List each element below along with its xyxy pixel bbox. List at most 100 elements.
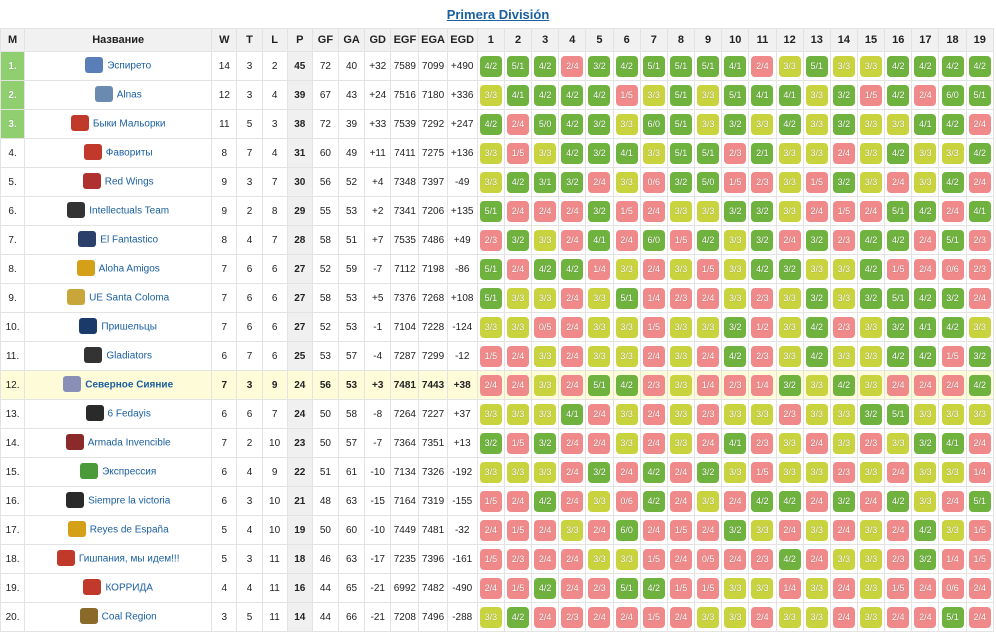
result-badge[interactable]: 5/1	[615, 287, 638, 309]
result-badge[interactable]: 3/3	[778, 200, 801, 222]
result-badge[interactable]: 4/2	[615, 374, 638, 396]
result-badge[interactable]: 2/4	[669, 490, 692, 512]
result-badge[interactable]: 3/3	[534, 229, 557, 251]
table-row[interactable]: 6. Intellectuals Team 9 2 8 29 55 53 +2 7341 7206 +…	[0, 196, 995, 226]
team-link[interactable]: Aloha Amigos	[99, 264, 160, 275]
table-row[interactable]: 5. Red Wings 9 3 7 30 56 52 +4 7348 7397 -49 3/3 4/2 3…	[0, 167, 995, 197]
result-badge[interactable]: 4/1	[724, 432, 747, 454]
result-badge[interactable]: 2/4	[507, 374, 530, 396]
result-badge[interactable]: 5/1	[669, 113, 692, 135]
result-badge[interactable]: 2/4	[588, 171, 611, 193]
table-row[interactable]: 10. Пришельцы 7 6 6 27 52 53 -1 7104 7228 -124 3/3 3/…	[0, 312, 995, 342]
result-badge[interactable]: 2/3	[860, 432, 883, 454]
result-badge[interactable]: 3/3	[805, 577, 828, 599]
result-badge[interactable]: 3/3	[534, 142, 557, 164]
result-badge[interactable]: 3/2	[832, 171, 855, 193]
result-badge[interactable]: 2/4	[534, 519, 557, 541]
result-badge[interactable]: 3/3	[669, 403, 692, 425]
result-badge[interactable]: 2/4	[751, 606, 774, 628]
result-badge[interactable]: 4/2	[588, 84, 611, 106]
result-badge[interactable]: 4/2	[778, 113, 801, 135]
result-badge[interactable]: 2/3	[751, 287, 774, 309]
result-badge[interactable]: 2/4	[642, 432, 665, 454]
result-badge[interactable]: 3/3	[697, 490, 720, 512]
result-badge[interactable]: 1/4	[968, 461, 991, 483]
result-badge[interactable]: 3/3	[697, 200, 720, 222]
result-badge[interactable]: 2/4	[832, 606, 855, 628]
result-badge[interactable]: 2/4	[968, 606, 991, 628]
result-badge[interactable]: 3/3	[968, 316, 991, 338]
result-badge[interactable]: 2/4	[914, 84, 937, 106]
result-badge[interactable]: 3/3	[860, 345, 883, 367]
result-badge[interactable]: 4/2	[778, 490, 801, 512]
result-badge[interactable]: 2/3	[507, 548, 530, 570]
result-badge[interactable]: 2/4	[805, 548, 828, 570]
result-badge[interactable]: 2/4	[615, 606, 638, 628]
result-badge[interactable]: 3/3	[561, 519, 584, 541]
result-badge[interactable]: 1/5	[642, 548, 665, 570]
result-badge[interactable]: 3/3	[615, 432, 638, 454]
result-badge[interactable]: 4/2	[642, 490, 665, 512]
result-badge[interactable]: 3/3	[860, 461, 883, 483]
result-badge[interactable]: 3/3	[615, 345, 638, 367]
result-badge[interactable]: 3/3	[479, 171, 502, 193]
result-badge[interactable]: 2/3	[832, 461, 855, 483]
result-badge[interactable]: 3/3	[805, 519, 828, 541]
result-badge[interactable]: 3/2	[724, 200, 747, 222]
result-badge[interactable]: 2/4	[887, 519, 910, 541]
team-link[interactable]: Reyes de España	[90, 525, 169, 536]
result-badge[interactable]: 2/4	[561, 374, 584, 396]
result-badge[interactable]: 4/1	[615, 142, 638, 164]
table-row[interactable]: 9. UE Santa Coloma 7 6 6 27 58 53 +5 7376 7268 +108…	[0, 283, 995, 313]
result-badge[interactable]: 2/4	[860, 200, 883, 222]
result-badge[interactable]: 2/4	[941, 490, 964, 512]
result-badge[interactable]: 0/6	[642, 171, 665, 193]
result-badge[interactable]: 4/2	[887, 55, 910, 77]
result-badge[interactable]: 3/3	[887, 113, 910, 135]
result-badge[interactable]: 5/1	[479, 287, 502, 309]
table-row[interactable]: 3. Быки Мальорки 11 5 3 38 72 39 +33 7539 7292 +247…	[0, 109, 995, 139]
result-badge[interactable]: 4/2	[914, 200, 937, 222]
result-badge[interactable]: 4/2	[941, 316, 964, 338]
result-badge[interactable]: 2/4	[507, 345, 530, 367]
result-badge[interactable]: 2/4	[968, 113, 991, 135]
result-badge[interactable]: 4/2	[615, 55, 638, 77]
result-badge[interactable]: 3/3	[588, 548, 611, 570]
result-badge[interactable]: 3/1	[534, 171, 557, 193]
result-badge[interactable]: 2/4	[914, 258, 937, 280]
result-badge[interactable]: 3/2	[588, 142, 611, 164]
result-badge[interactable]: 5/0	[534, 113, 557, 135]
result-badge[interactable]: 2/4	[832, 142, 855, 164]
result-badge[interactable]: 3/3	[860, 548, 883, 570]
team-link[interactable]: Экспрессия	[102, 467, 156, 478]
result-badge[interactable]: 3/3	[860, 519, 883, 541]
result-badge[interactable]: 4/2	[561, 113, 584, 135]
result-badge[interactable]: 3/3	[860, 113, 883, 135]
result-badge[interactable]: 4/2	[968, 55, 991, 77]
result-badge[interactable]: 4/2	[561, 258, 584, 280]
result-badge[interactable]: 2/4	[778, 229, 801, 251]
result-badge[interactable]: 3/3	[697, 606, 720, 628]
team-link[interactable]: Coal Region	[102, 612, 157, 623]
team-link[interactable]: Intellectuals Team	[89, 206, 169, 217]
result-badge[interactable]: 4/2	[941, 171, 964, 193]
result-badge[interactable]: 2/4	[561, 316, 584, 338]
result-badge[interactable]: 4/2	[534, 490, 557, 512]
result-badge[interactable]: 2/3	[751, 171, 774, 193]
result-badge[interactable]: 0/5	[534, 316, 557, 338]
result-badge[interactable]: 4/1	[588, 229, 611, 251]
result-badge[interactable]: 5/1	[507, 55, 530, 77]
result-badge[interactable]: 2/4	[507, 258, 530, 280]
result-badge[interactable]: 3/3	[805, 258, 828, 280]
result-badge[interactable]: 2/4	[914, 577, 937, 599]
result-badge[interactable]: 3/3	[588, 316, 611, 338]
result-badge[interactable]: 1/4	[751, 374, 774, 396]
result-badge[interactable]: 4/2	[697, 229, 720, 251]
result-badge[interactable]: 2/4	[534, 200, 557, 222]
result-badge[interactable]: 2/4	[941, 374, 964, 396]
result-badge[interactable]: 1/4	[941, 548, 964, 570]
result-badge[interactable]: 3/3	[778, 142, 801, 164]
result-badge[interactable]: 3/2	[697, 461, 720, 483]
result-badge[interactable]: 4/2	[887, 142, 910, 164]
result-badge[interactable]: 2/4	[968, 577, 991, 599]
